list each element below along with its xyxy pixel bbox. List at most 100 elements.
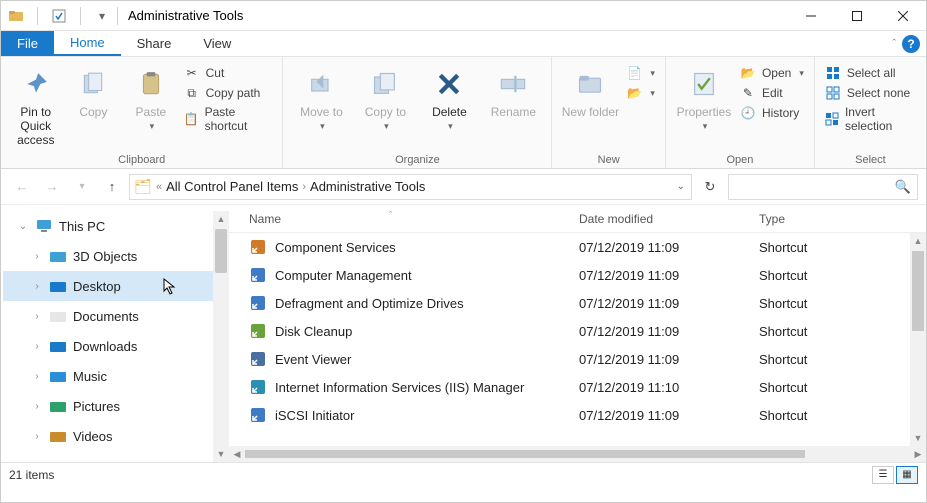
column-date[interactable]: Date modified bbox=[579, 212, 759, 226]
pin-quick-access-button[interactable]: Pin to Quick access bbox=[7, 61, 65, 147]
list-scrollbar-h[interactable]: ◀ ▶ bbox=[229, 446, 926, 462]
ribbon-group-clipboard: Pin to Quick access Copy Paste ▾ ✂Cut ⧉C… bbox=[1, 57, 283, 168]
scroll-thumb[interactable] bbox=[245, 450, 805, 458]
tree-item-videos[interactable]: ›Videos bbox=[3, 421, 213, 451]
folder-icon bbox=[49, 427, 67, 445]
chevron-right-icon[interactable]: › bbox=[31, 311, 43, 322]
column-type[interactable]: Type bbox=[759, 212, 926, 226]
shortcut-icon bbox=[249, 378, 267, 396]
new-item-button[interactable]: 📄▾ bbox=[626, 65, 655, 81]
tree-item-music[interactable]: › Music bbox=[3, 361, 213, 391]
tab-home[interactable]: Home bbox=[54, 31, 121, 56]
nav-recent-dropdown[interactable]: ▾ bbox=[69, 174, 95, 200]
column-name[interactable]: Nameˆ bbox=[229, 212, 579, 226]
chevron-right-icon[interactable]: › bbox=[31, 281, 43, 292]
breadcrumb-parent[interactable]: All Control Panel Items bbox=[166, 179, 298, 194]
copy-path-label: Copy path bbox=[206, 86, 261, 100]
paste-shortcut-button[interactable]: 📋Paste shortcut bbox=[184, 105, 273, 133]
refresh-button[interactable]: ↻ bbox=[696, 174, 724, 200]
chevron-down-icon: ▾ bbox=[150, 121, 155, 132]
list-item[interactable]: Defragment and Optimize Drives07/12/2019… bbox=[229, 289, 910, 317]
breadcrumb-chevron-icon[interactable]: › bbox=[302, 181, 306, 193]
tree-item-3d-objects[interactable]: ›3D Objects bbox=[3, 241, 213, 271]
view-details-button[interactable]: ☰ bbox=[872, 466, 894, 484]
invert-selection-button[interactable]: Invert selection bbox=[825, 105, 916, 133]
properties-label: Properties bbox=[677, 105, 732, 119]
copy-path-button[interactable]: ⧉Copy path bbox=[184, 85, 273, 101]
help-icon[interactable]: ? bbox=[902, 35, 920, 53]
scroll-up-icon[interactable]: ▲ bbox=[213, 211, 229, 227]
list-item[interactable]: Event Viewer07/12/2019 11:09Shortcut bbox=[229, 345, 910, 373]
scroll-thumb[interactable] bbox=[912, 251, 924, 331]
chevron-right-icon[interactable]: › bbox=[31, 341, 43, 352]
scroll-left-icon[interactable]: ◀ bbox=[229, 449, 245, 460]
breadcrumb-dropdown-icon[interactable]: ⌄ bbox=[677, 181, 685, 192]
delete-button[interactable]: Delete▾ bbox=[417, 61, 481, 132]
edit-button[interactable]: ✎Edit bbox=[740, 85, 804, 101]
minimize-button[interactable] bbox=[788, 1, 834, 31]
nav-up-button[interactable]: ↑ bbox=[99, 174, 125, 200]
tree-scrollbar[interactable]: ▲ ▼ bbox=[213, 211, 229, 462]
tab-view[interactable]: View bbox=[187, 31, 247, 56]
list-scrollbar-v[interactable]: ▲ ▼ bbox=[910, 233, 926, 446]
scroll-up-icon[interactable]: ▲ bbox=[910, 233, 926, 249]
ribbon-collapse-icon[interactable]: ˆ bbox=[892, 38, 896, 50]
shortcut-icon bbox=[249, 294, 267, 312]
tree-item-label: Music bbox=[73, 369, 107, 384]
copy-button[interactable]: Copy bbox=[65, 61, 123, 119]
scroll-thumb[interactable] bbox=[215, 229, 227, 273]
copy-label: Copy bbox=[79, 105, 107, 119]
search-input[interactable]: 🔍 bbox=[728, 174, 918, 200]
tab-file[interactable]: File bbox=[1, 31, 54, 56]
cut-button[interactable]: ✂Cut bbox=[184, 65, 273, 81]
maximize-button[interactable] bbox=[834, 1, 880, 31]
breadcrumb[interactable]: 🗂 « All Control Panel Items › Administra… bbox=[129, 174, 692, 200]
shortcut-icon bbox=[249, 350, 267, 368]
chevron-right-icon[interactable]: › bbox=[31, 371, 43, 382]
chevron-down-icon[interactable]: ⌄ bbox=[17, 221, 29, 232]
tree-item-label: Pictures bbox=[73, 399, 120, 414]
qat-properties-icon[interactable] bbox=[50, 7, 68, 25]
tree-root-this-pc[interactable]: ⌄This PC bbox=[3, 211, 213, 241]
breadcrumb-current[interactable]: Administrative Tools bbox=[310, 179, 425, 194]
nav-forward-button[interactable]: → bbox=[39, 174, 65, 200]
copy-to-label: Copy to bbox=[365, 105, 406, 119]
scroll-down-icon[interactable]: ▼ bbox=[213, 446, 229, 462]
tree-item-pictures[interactable]: › Pictures bbox=[3, 391, 213, 421]
open-button[interactable]: 📂Open▾ bbox=[740, 65, 804, 81]
view-icons-button[interactable]: ▦ bbox=[896, 466, 918, 484]
nav-back-button[interactable]: ← bbox=[9, 174, 35, 200]
ribbon-group-select: Select all Select none Invert selection … bbox=[815, 57, 926, 168]
file-name: Disk Cleanup bbox=[275, 324, 352, 339]
chevron-right-icon[interactable]: › bbox=[31, 401, 43, 412]
paste-label: Paste bbox=[136, 105, 167, 119]
new-folder-button[interactable]: New folder bbox=[558, 61, 622, 119]
close-button[interactable] bbox=[880, 1, 926, 31]
history-button[interactable]: 🕘History bbox=[740, 105, 804, 121]
select-all-button[interactable]: Select all bbox=[825, 65, 916, 81]
tree-item-downloads[interactable]: ›Downloads bbox=[3, 331, 213, 361]
tree-item-documents[interactable]: ›Documents bbox=[3, 301, 213, 331]
paste-button[interactable]: Paste ▾ bbox=[122, 61, 180, 132]
chevron-right-icon[interactable]: › bbox=[31, 251, 43, 262]
tree-item-desktop[interactable]: ›Desktop bbox=[3, 271, 213, 301]
rename-button[interactable]: Rename bbox=[481, 61, 545, 119]
move-to-button[interactable]: Move to▾ bbox=[289, 61, 353, 132]
easy-access-button[interactable]: 📂▾ bbox=[626, 85, 655, 101]
list-item[interactable]: Disk Cleanup07/12/2019 11:09Shortcut bbox=[229, 317, 910, 345]
copy-to-button[interactable]: Copy to▾ bbox=[353, 61, 417, 132]
list-item[interactable]: Component Services07/12/2019 11:09Shortc… bbox=[229, 233, 910, 261]
paste-shortcut-icon: 📋 bbox=[184, 111, 199, 127]
properties-button[interactable]: Properties▾ bbox=[672, 61, 736, 132]
tab-share[interactable]: Share bbox=[121, 31, 188, 56]
qat-customize-icon[interactable]: ▾ bbox=[93, 7, 111, 25]
list-item[interactable]: iSCSI Initiator07/12/2019 11:09Shortcut bbox=[229, 401, 910, 429]
list-item[interactable]: Computer Management07/12/2019 11:09Short… bbox=[229, 261, 910, 289]
chevron-right-icon[interactable]: › bbox=[31, 431, 43, 442]
new-item-icon: 📄 bbox=[626, 65, 642, 81]
scroll-down-icon[interactable]: ▼ bbox=[910, 430, 926, 446]
list-item[interactable]: Internet Information Services (IIS) Mana… bbox=[229, 373, 910, 401]
scroll-right-icon[interactable]: ▶ bbox=[910, 449, 926, 460]
select-none-button[interactable]: Select none bbox=[825, 85, 916, 101]
qat-separator bbox=[80, 7, 81, 25]
